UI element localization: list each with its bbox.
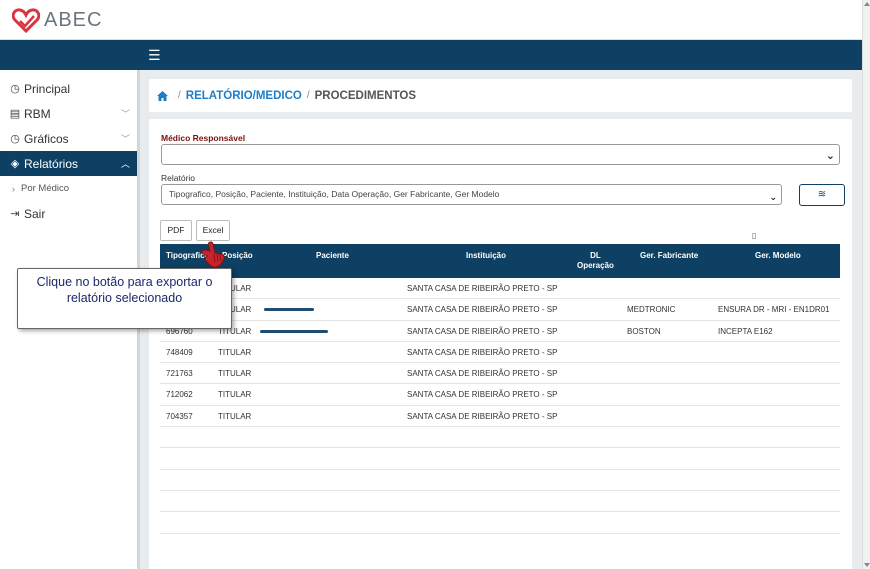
empty-row: [160, 427, 840, 449]
cell-instituicao: SANTA CASA DE RIBEIRÃO PRETO - SP: [407, 369, 558, 379]
relatorio-label: Relatório: [161, 173, 196, 183]
report-card: Médico Responsável ⌄ Relatório Tipografi…: [149, 119, 852, 569]
cell-instituicao: SANTA CASA DE RIBEIRÃO PRETO - SP: [407, 305, 558, 315]
clock-icon: ◷: [10, 82, 20, 95]
sidebar-item-label: Principal: [24, 81, 71, 96]
cell-tipografico: 721763: [166, 369, 193, 379]
cell-posicao: TITULAR: [218, 390, 252, 400]
table-row[interactable]: TITULAR SANTA CASA DE RIBEIRÃO PRETO - S…: [160, 278, 840, 300]
breadcrumb-separator: /: [306, 90, 310, 101]
col-data-operacao-line1: DL: [590, 251, 601, 260]
sidebar-item-label: Relatórios: [24, 156, 79, 171]
cell-fabricante: MEDTRONIC: [627, 305, 676, 315]
table-row[interactable]: 696760 TITULAR SANTA CASA DE RIBEIRÃO PR…: [160, 321, 840, 342]
logo[interactable]: ABEC: [12, 7, 102, 33]
redacted-patient-name: [260, 329, 328, 333]
col-data-operacao[interactable]: DL Operação: [577, 251, 614, 271]
chevron-down-icon: ﹀: [120, 134, 130, 144]
chevron-down-icon: ﹀: [120, 109, 130, 119]
empty-row: [160, 470, 840, 491]
cell-tipografico: 712062: [166, 390, 193, 400]
sidebar-item-label: RBM: [24, 106, 51, 121]
top-bar: ABEC: [0, 0, 870, 40]
sidebar-item-label: Gráficos: [24, 131, 69, 146]
col-fabricante[interactable]: Ger. Fabricante: [640, 251, 698, 261]
column-toggle-icon[interactable]: ▯: [752, 231, 756, 240]
empty-row: [160, 448, 840, 470]
table-header: Tipografico Posição Paciente Instituição…: [160, 244, 840, 278]
sidebar-item-rbm[interactable]: ▤ RBM ﹀: [0, 101, 137, 126]
col-data-operacao-line2: Operação: [577, 261, 614, 270]
tooltip-line-1: Clique no botão para exportar o: [36, 275, 213, 289]
chevron-right-icon: ›: [12, 183, 15, 194]
relatorio-select-value: Tipografico, Posição, Paciente, Institui…: [169, 189, 500, 199]
sidebar-item-principal[interactable]: ◷ Principal: [0, 76, 137, 101]
sign-out-icon: ⇥: [10, 207, 20, 220]
home-icon[interactable]: [157, 90, 168, 101]
nav-bar: ☰: [0, 40, 862, 70]
cell-tipografico: 704357: [166, 411, 193, 421]
table-row[interactable]: 704357 TITULAR SANTA CASA DE RIBEIRÃO PR…: [160, 406, 840, 428]
redacted-patient-name: [264, 308, 314, 312]
breadcrumb-separator: /: [178, 90, 181, 101]
cell-instituicao: SANTA CASA DE RIBEIRÃO PRETO - SP: [407, 347, 558, 357]
heart-logo-icon: [12, 8, 40, 33]
medico-select[interactable]: ⌄: [161, 144, 840, 165]
col-instituicao[interactable]: Instituição: [466, 251, 506, 261]
sidebar-item-graficos[interactable]: ◷ Gráficos ﹀: [0, 126, 137, 151]
export-excel-button[interactable]: Excel: [196, 220, 230, 241]
brand-name: ABEC: [44, 8, 103, 31]
cell-fabricante: BOSTON: [627, 326, 661, 336]
sidebar-subitem-label: Por Médico: [21, 183, 70, 194]
scroll-up-icon[interactable]: [864, 2, 870, 6]
chevron-down-icon: ⌄: [825, 150, 835, 162]
scroll-down-icon[interactable]: [864, 563, 870, 567]
tooltip-line-2: relatório selecionado: [66, 290, 183, 305]
empty-row: [160, 512, 840, 534]
breadcrumb-link[interactable]: RELATÓRIO/MEDICO: [186, 90, 302, 102]
cell-instituicao: SANTA CASA DE RIBEIRÃO PRETO - SP: [407, 411, 558, 421]
menu-toggle-icon[interactable]: ☰: [148, 48, 161, 62]
cell-instituicao: SANTA CASA DE RIBEIRÃO PRETO - SP: [407, 284, 558, 293]
col-paciente[interactable]: Paciente: [316, 251, 349, 261]
cell-posicao: TITULAR: [218, 347, 252, 357]
layers-icon: ◈: [10, 157, 20, 170]
empty-row: [160, 491, 840, 513]
cell-instituicao: SANTA CASA DE RIBEIRÃO PRETO - SP: [407, 390, 558, 400]
window-scrollbar[interactable]: [862, 0, 870, 569]
cell-modelo: ENSURA DR - MRI - EN1DR01: [718, 305, 830, 315]
sidebar-item-relatorios[interactable]: ◈ Relatórios ︿: [0, 151, 137, 176]
cell-tipografico: 748409: [166, 347, 193, 357]
relatorio-select[interactable]: Tipografico, Posição, Paciente, Institui…: [161, 184, 782, 205]
export-pdf-button[interactable]: PDF: [160, 220, 192, 241]
table-row[interactable]: 721763 TITULAR SANTA CASA DE RIBEIRÃO PR…: [160, 363, 840, 385]
layers-icon: ≋: [817, 189, 827, 200]
cell-posicao: TITULAR: [218, 411, 252, 421]
apply-filter-button[interactable]: ≋: [799, 184, 845, 206]
chevron-up-icon: ︿: [120, 159, 130, 169]
sidebar-item-sair[interactable]: ⇥ Sair: [0, 201, 137, 226]
clock-icon: ◷: [10, 132, 20, 145]
medico-label: Médico Responsável: [161, 133, 246, 143]
col-modelo[interactable]: Ger. Modelo: [755, 251, 801, 261]
table-row[interactable]: 748409 TITULAR SANTA CASA DE RIBEIRÃO PR…: [160, 342, 840, 364]
archive-icon: ▤: [9, 107, 21, 120]
cell-modelo: INCEPTA E162: [718, 326, 773, 336]
cell-instituicao: SANTA CASA DE RIBEIRÃO PRETO - SP: [407, 326, 558, 336]
report-table: Tipografico Posição Paciente Instituição…: [160, 244, 840, 534]
tutorial-tooltip: Clique no botão para exportar o relatóri…: [17, 268, 232, 329]
pointing-hand-icon: [201, 241, 225, 268]
breadcrumb-current: PROCEDIMENTOS: [314, 89, 417, 102]
sidebar-item-label: Sair: [24, 206, 46, 221]
breadcrumb: / RELATÓRIO/MEDICO / PROCEDIMENTOS: [149, 79, 852, 112]
chevron-down-icon: ⌄: [769, 192, 777, 202]
cell-posicao: TITULAR: [218, 369, 252, 379]
sidebar-subitem-por-medico[interactable]: › Por Médico: [0, 176, 137, 201]
table-row[interactable]: 655099 TITULAR SANTA CASA DE RIBEIRÃO PR…: [160, 299, 840, 321]
table-row[interactable]: 712062 TITULAR SANTA CASA DE RIBEIRÃO PR…: [160, 384, 840, 406]
